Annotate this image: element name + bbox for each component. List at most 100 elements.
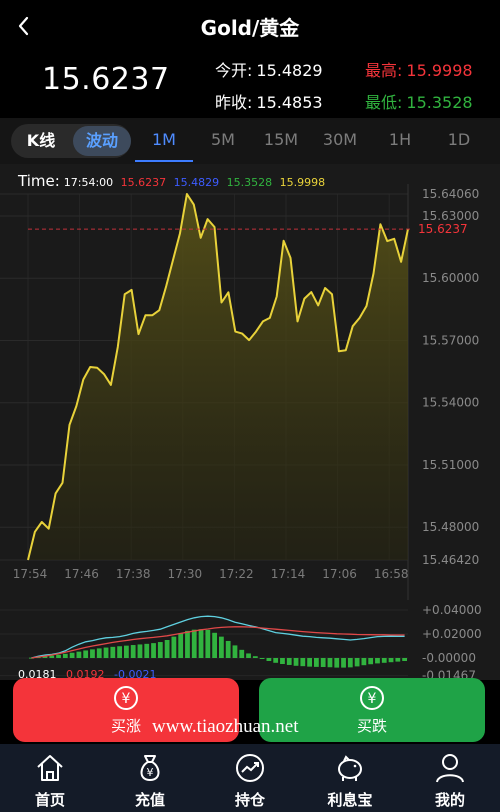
macd-histogram-bar (354, 658, 360, 667)
macd-histogram-bar (327, 658, 333, 668)
header: Gold/黄金 (0, 0, 500, 52)
y-tick-label: 15.60000 (422, 271, 479, 285)
x-tick-label: 17:22 (219, 567, 254, 581)
nav-item-home[interactable]: 首页 (0, 744, 100, 812)
macd-histogram-bar (137, 644, 143, 658)
macd-histogram-bar (273, 658, 279, 663)
macd-histogram-bar (395, 658, 401, 662)
macd-histogram-bar (232, 645, 238, 658)
macd-histogram-bar (185, 630, 190, 658)
macd-histogram-bar (90, 649, 95, 658)
macd-histogram-bar (388, 658, 394, 663)
tab-5m[interactable]: 5M (198, 130, 248, 149)
macd-histogram-bar (96, 648, 102, 658)
tab-1d[interactable]: 1D (434, 130, 484, 149)
x-tick-label: 16:58 (374, 567, 409, 581)
macd-histogram-bar (171, 636, 177, 658)
macd-tick-label: +0.04000 (422, 603, 482, 617)
yuan-up-icon: ¥ (114, 686, 138, 710)
open-value: 15.4829 (256, 61, 323, 80)
bottom-nav: 首页 ¥ 充值 持仓 利息宝 我的 (0, 744, 500, 812)
user-icon (436, 754, 464, 783)
chart-area[interactable]: 15.64060 15.63000 15.60000 15.57000 15.54000… (0, 164, 500, 680)
macd-histogram-bar (246, 653, 251, 658)
trend-chart-icon (236, 754, 264, 782)
macd-histogram-bar (293, 658, 299, 666)
macd-histogram-bar (266, 658, 272, 661)
prev-close-value: 15.4853 (256, 93, 323, 112)
high-value: 15.9998 (406, 61, 473, 80)
home-icon (37, 755, 63, 781)
nav-item-recharge[interactable]: ¥ 充值 (100, 744, 200, 812)
macd-histogram-bar (212, 632, 217, 658)
x-tick-label: 17:06 (322, 567, 357, 581)
svg-text:¥: ¥ (368, 691, 377, 707)
y-tick-label: 15.64060 (422, 187, 479, 201)
piggy-bank-icon (338, 755, 362, 781)
macd-histogram-bar (198, 629, 204, 658)
macd-histogram-bar (205, 629, 211, 658)
macd-histogram-bar (83, 650, 89, 658)
nav-label-interest: 利息宝 (327, 791, 373, 809)
yuan-down-icon: ¥ (360, 686, 384, 710)
macd-histogram-bar (381, 658, 387, 663)
macd-histogram-bar (347, 658, 353, 668)
y-tick-label: 15.54000 (422, 396, 479, 410)
macd-histogram-bar (76, 651, 82, 658)
svg-text:¥: ¥ (122, 691, 131, 707)
active-tab-indicator (135, 160, 193, 162)
tab-1h[interactable]: 1H (375, 130, 425, 149)
macd-histogram-bar (157, 642, 163, 658)
x-tick-label: 17:30 (168, 567, 203, 581)
tab-30m[interactable]: 30M (315, 130, 365, 149)
tab-1m[interactable]: 1M (139, 130, 189, 149)
high-label: 最高: (365, 61, 403, 80)
macd-histogram-bar (307, 658, 312, 667)
macd-histogram-bar (361, 658, 367, 666)
low-value: 15.3528 (406, 93, 473, 112)
macd-tick-label: +0.02000 (422, 627, 482, 641)
legend-value-blue: 15.4829 (173, 176, 220, 189)
page-title: Gold/黄金 (200, 16, 300, 40)
y-tick-label: 15.51000 (422, 458, 479, 472)
nav-item-positions[interactable]: 持仓 (200, 744, 300, 812)
macd-histogram-bar (69, 652, 75, 658)
price-panel: 15.6237 今开: 15.4829 最高: 15.9998 昨收: 15.4853… (0, 52, 500, 114)
y-tick-label: 15.46420 (422, 553, 479, 567)
tab-wave[interactable]: 波动 (73, 126, 131, 156)
macd-histogram-bar (341, 658, 346, 668)
y-tick-label: 15.63000 (422, 209, 479, 223)
current-price: 15.6237 (42, 62, 170, 97)
macd-histogram-bar (178, 633, 184, 658)
nav-item-interest[interactable]: 利息宝 (300, 744, 400, 812)
y-tick-label: 15.48000 (422, 520, 479, 534)
legend-value-yellow: 15.9998 (279, 176, 326, 189)
macd-histogram-bar (314, 658, 319, 667)
macd-histogram-bar (286, 658, 292, 665)
nav-item-profile[interactable]: 我的 (400, 744, 500, 812)
nav-label-positions: 持仓 (234, 791, 265, 809)
low-label: 最低: (365, 93, 403, 112)
y-tick-label: 15.57000 (422, 333, 479, 347)
open-label: 今开: (215, 61, 253, 80)
macd-histogram-bar (117, 646, 122, 658)
svg-text:¥: ¥ (147, 766, 154, 779)
watermark: www.tiaozhuan.net (152, 716, 299, 737)
macd-histogram-bar (62, 653, 68, 658)
x-tick-label: 17:38 (116, 567, 151, 581)
macd-histogram-bar (56, 654, 61, 658)
macd-histogram-bar (402, 658, 407, 661)
macd-histogram-bar (375, 658, 380, 664)
macd-histogram-bar (259, 658, 265, 659)
macd-histogram-bar (334, 658, 340, 668)
prev-close-label: 昨收: (215, 93, 253, 112)
macd-histogram-bar (320, 658, 326, 667)
tab-15m[interactable]: 15M (256, 130, 306, 149)
legend-value-green: 15.3528 (226, 176, 273, 189)
current-price-marker-label: 15.6237 (418, 222, 468, 236)
tab-kline[interactable]: K线 (11, 124, 71, 158)
price-chart[interactable]: 15.64060 15.63000 15.60000 15.57000 15.54000… (0, 164, 500, 680)
chart-legend: Time: 17:54:00 15.6237 15.4829 15.3528 15… (18, 172, 329, 190)
low-stat: 最低: 15.3528 (365, 89, 473, 113)
x-tick-label: 17:46 (64, 567, 99, 581)
